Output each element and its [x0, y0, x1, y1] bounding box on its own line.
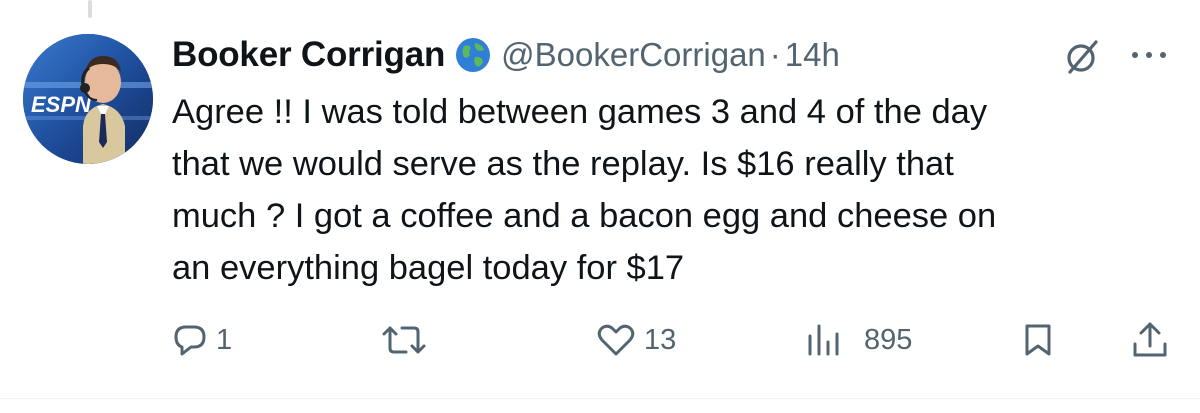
- tweet-header: Booker Corrigan @BookerCorrigan · 14h: [172, 30, 840, 80]
- avatar[interactable]: ESPN: [23, 34, 153, 164]
- action-bar: 1 13 895: [0, 312, 1200, 368]
- heart-icon: [597, 324, 635, 356]
- display-name[interactable]: Booker Corrigan: [172, 35, 445, 75]
- tweet-text: Agree !! I was told between games 3 and …: [172, 86, 1172, 294]
- reply-icon: [174, 325, 206, 356]
- thread-connector-line: [88, 0, 92, 18]
- share-button[interactable]: [1130, 312, 1170, 368]
- tweet-text-line: an everything bagel today for $17: [172, 249, 685, 287]
- repost-icon: [382, 326, 426, 354]
- like-button[interactable]: 13: [596, 312, 676, 368]
- timestamp[interactable]: 14h: [785, 36, 840, 74]
- divider: [0, 398, 1200, 399]
- views-count: 895: [864, 323, 913, 356]
- tweet-text-line: Agree !! I was told between games 3 and …: [172, 93, 988, 131]
- header-separator: ·: [769, 36, 781, 73]
- reply-count: 1: [216, 323, 233, 356]
- tweet-text-line: that we would serve as the replay. Is $1…: [172, 145, 954, 183]
- tweet-text-line: much ? I got a coffee and a bacon egg an…: [172, 197, 997, 235]
- globe-icon: [455, 37, 491, 73]
- tweet-card[interactable]: ESPN Booker Corrigan @BookerCorrigan · 1…: [0, 0, 1200, 413]
- views-button[interactable]: 895: [806, 312, 912, 368]
- share-icon: [1133, 322, 1167, 357]
- bookmark-icon: [1025, 324, 1051, 356]
- avatar-photo: ESPN: [23, 34, 153, 164]
- author-handle[interactable]: @BookerCorrigan: [501, 36, 766, 74]
- reply-button[interactable]: 1: [172, 312, 232, 368]
- bookmark-button[interactable]: [1020, 312, 1056, 368]
- repost-button[interactable]: [382, 312, 434, 368]
- like-count: 13: [644, 323, 677, 356]
- views-icon: [808, 324, 839, 356]
- grok-icon[interactable]: [1060, 34, 1106, 80]
- more-options-icon[interactable]: [1126, 40, 1172, 70]
- espn-logo-text: ESPN: [31, 92, 92, 117]
